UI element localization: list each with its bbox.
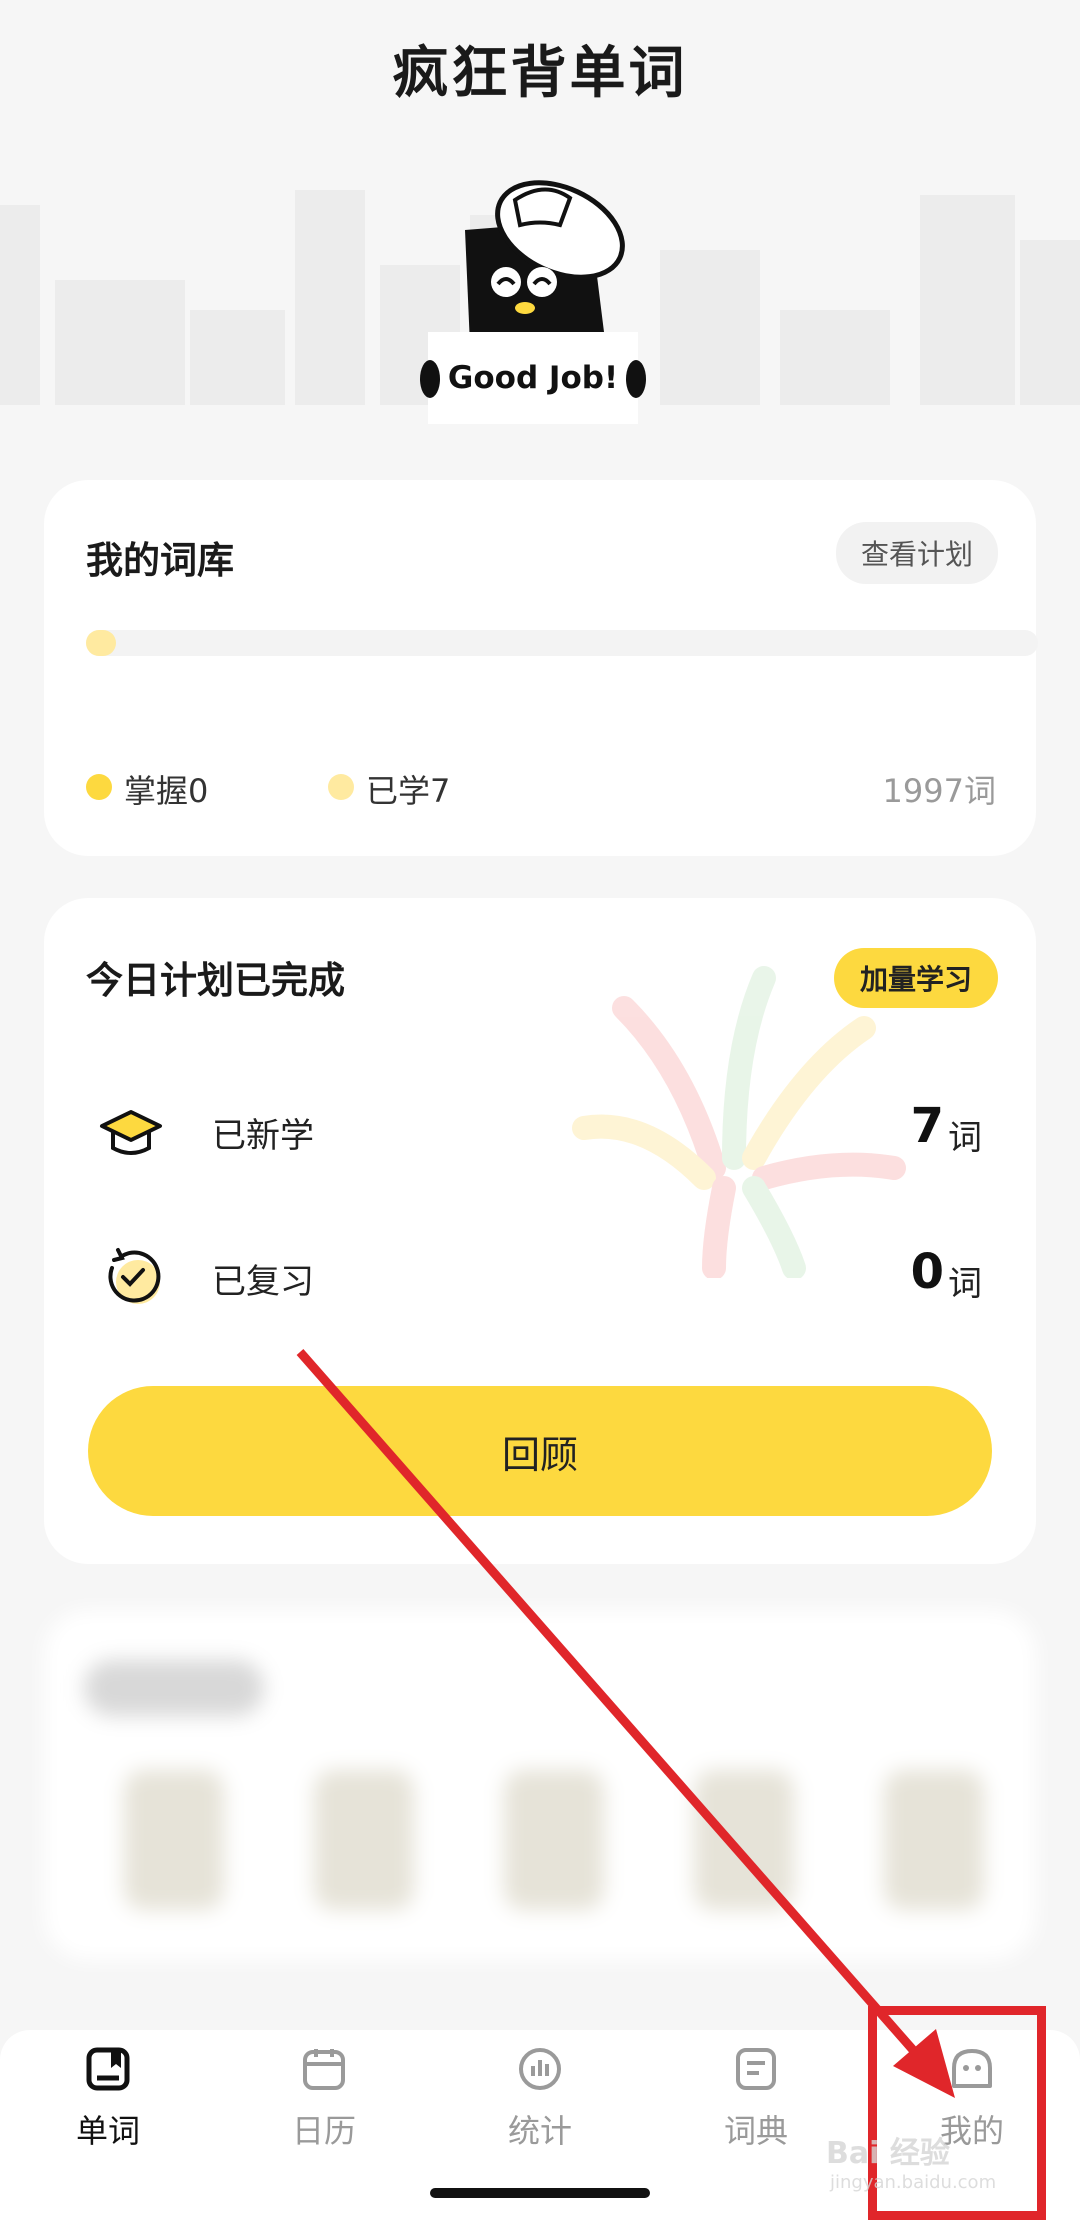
review-button[interactable]: 回顾 bbox=[88, 1386, 992, 1516]
tab-label: 单词 bbox=[75, 2112, 140, 2150]
watermark-logo: Bai 经验 bbox=[826, 2136, 950, 2171]
home-indicator bbox=[430, 2188, 650, 2198]
blurred-item bbox=[124, 1770, 224, 1910]
dictionary-icon bbox=[736, 2048, 776, 2090]
tab-label: 日历 bbox=[291, 2112, 356, 2150]
view-plan-button[interactable]: 查看计划 bbox=[836, 522, 998, 584]
tab-calendar[interactable]: 日历 bbox=[216, 2030, 432, 2170]
graduation-cap-icon bbox=[100, 1110, 162, 1155]
tab-stats[interactable]: 统计 bbox=[432, 2030, 648, 2170]
blurred-item bbox=[504, 1770, 604, 1910]
watermark-url: jingyan.baidu.com bbox=[830, 2172, 997, 2193]
plan-card-title: 今日计划已完成 bbox=[86, 959, 345, 1002]
new-learned-count: 7 bbox=[910, 1098, 944, 1154]
learned-dot bbox=[328, 774, 354, 800]
plan-card: 今日计划已完成 加量学习 已新学 7 词 已复习 0 词 回顾 bbox=[44, 898, 1036, 1564]
blurred-item bbox=[884, 1770, 984, 1910]
blurred-title bbox=[84, 1660, 264, 1716]
reviewed-label: 已复习 bbox=[212, 1262, 314, 1302]
tab-words[interactable]: 单词 bbox=[0, 2030, 216, 2170]
stats-icon bbox=[519, 2048, 561, 2090]
reviewed-unit: 词 bbox=[948, 1264, 982, 1304]
blurred-card bbox=[44, 1610, 1036, 1960]
review-check-icon bbox=[108, 1248, 161, 1304]
learned-label: 已学7 bbox=[366, 772, 451, 810]
add-study-button[interactable]: 加量学习 bbox=[834, 948, 998, 1008]
tab-label: 统计 bbox=[507, 2112, 572, 2150]
vocab-progress-fill bbox=[86, 630, 116, 656]
reviewed-count: 0 bbox=[910, 1244, 944, 1300]
blurred-item bbox=[314, 1770, 414, 1910]
vocab-card: 我的词库 查看计划 掌握0 已学7 1997词 bbox=[44, 480, 1038, 856]
sign-right-mark bbox=[626, 360, 646, 398]
new-learned-unit: 词 bbox=[948, 1118, 982, 1158]
calendar-icon bbox=[303, 2049, 345, 2090]
good-job-sign: Good Job! bbox=[420, 332, 646, 424]
mastered-dot bbox=[86, 774, 112, 800]
vocab-progress-bar bbox=[86, 630, 1038, 656]
total-words-label: 1997词 bbox=[882, 772, 996, 810]
vocab-card-title: 我的词库 bbox=[86, 539, 234, 582]
book-icon bbox=[86, 2047, 130, 2091]
blurred-item bbox=[694, 1770, 794, 1910]
sign-left-mark bbox=[420, 360, 440, 398]
new-learned-label: 已新学 bbox=[212, 1116, 314, 1156]
mastered-label: 掌握0 bbox=[124, 772, 209, 810]
sign-text: Good Job! bbox=[447, 360, 619, 396]
app-title: 疯狂背单词 bbox=[392, 41, 688, 106]
